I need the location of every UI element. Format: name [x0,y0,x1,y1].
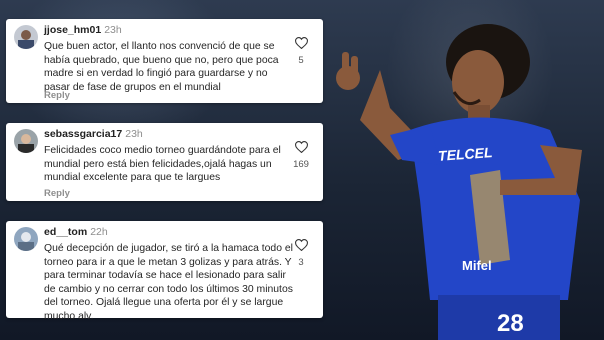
comment-username-text[interactable]: ed__tom [44,226,87,238]
like-button[interactable]: 169 [289,141,313,170]
comment-timestamp: 23h [104,24,122,36]
jersey-number: 28 [497,310,524,337]
avatar[interactable] [14,129,38,153]
like-count: 3 [298,257,304,268]
like-count: 5 [298,55,304,66]
comment-username-text[interactable]: sebassgarcia17 [44,128,122,140]
heart-icon[interactable] [294,239,308,251]
comment-username[interactable]: jjose_hm01 23h [44,24,122,36]
heart-icon[interactable] [294,37,308,49]
like-button[interactable]: 3 [289,239,313,268]
avatar[interactable] [14,227,38,251]
like-button[interactable]: 5 [289,37,313,66]
reply-button[interactable]: Reply [44,90,70,101]
comment-card: sebassgarcia17 23h Felicidades coco medio… [6,123,323,201]
comment-card: ed__tom 22h Qué decepción de jugador, se … [6,221,323,322]
comment-text: Qué decepción de jugador, se tiró a la h… [44,243,293,322]
comment-username-text[interactable]: jjose_hm01 [44,24,101,36]
jersey-chest-sponsor: Mifel [462,258,492,273]
player-photo [336,24,582,340]
reply-button[interactable]: Reply [44,188,70,199]
comment-timestamp: 23h [125,128,143,140]
comment-username[interactable]: ed__tom 22h [44,226,108,238]
comment-text: Felicidades coco medio torneo guardándot… [44,145,281,183]
comment-text: Que buen actor, el llanto nos convenció … [44,41,279,93]
comment-timestamp: 22h [90,226,108,238]
like-count: 169 [293,159,309,170]
comment-card: jjose_hm01 23h Que buen actor, el llanto … [6,19,323,103]
comment-username[interactable]: sebassgarcia17 23h [44,128,143,140]
heart-icon[interactable] [294,141,308,153]
avatar[interactable] [14,25,38,49]
